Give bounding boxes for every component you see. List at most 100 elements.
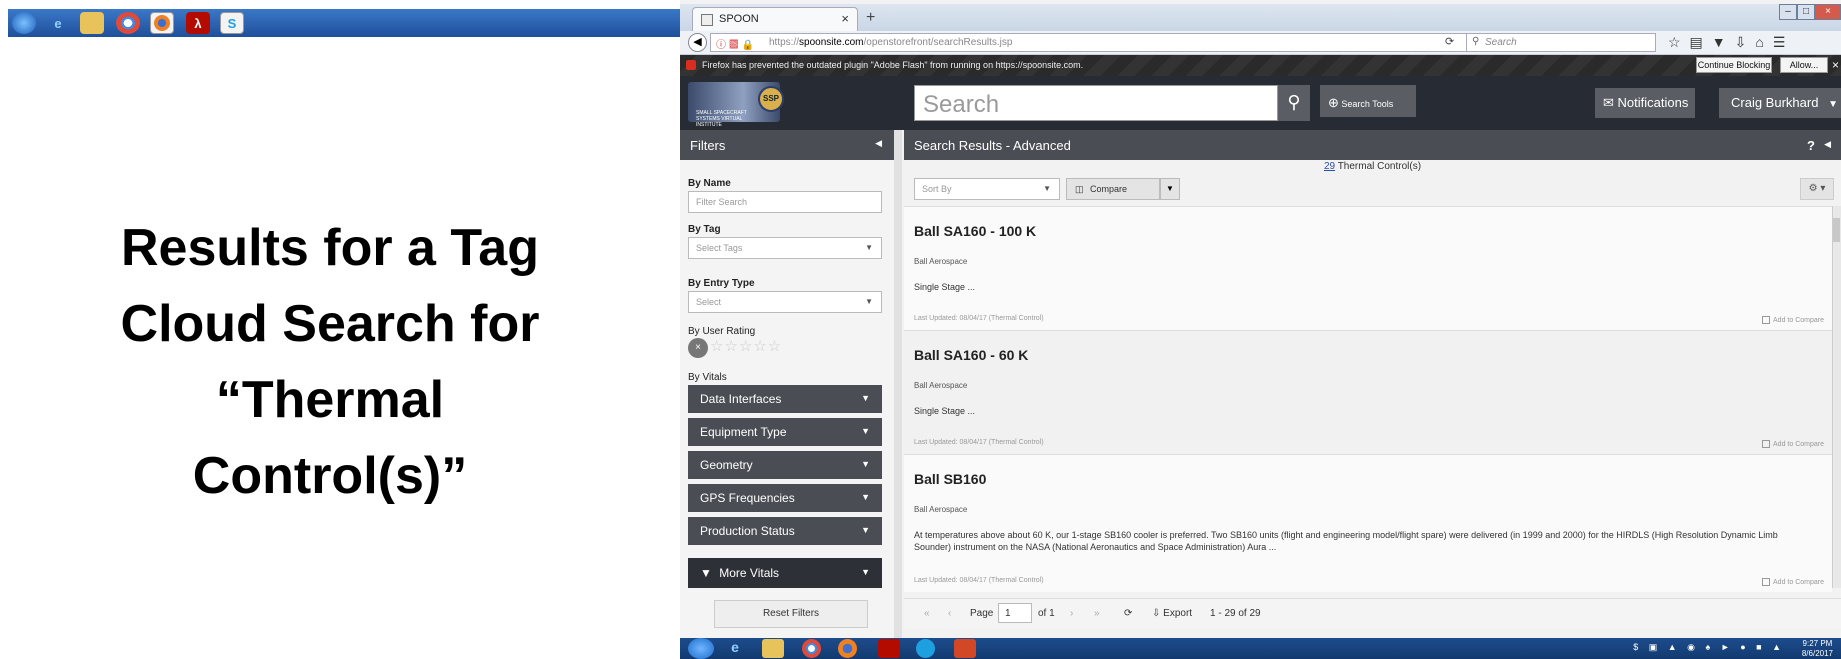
collapse-right-icon[interactable]: ◀ (1824, 139, 1831, 150)
adobe-acrobat-icon: λ (186, 12, 210, 34)
help-icon[interactable]: ? (1807, 138, 1815, 153)
tag-select[interactable]: Select Tags ▼ (688, 237, 882, 259)
result-title-link[interactable]: Ball SA160 - 100 K (914, 223, 1036, 239)
reload-icon[interactable]: ⟳ (1445, 35, 1454, 48)
scrollbar-thumb[interactable] (1833, 218, 1840, 242)
by-user-rating-label: By User Rating (688, 326, 756, 337)
results-count: 29 Thermal Control(s) (904, 161, 1841, 172)
checkbox-icon (1762, 440, 1771, 448)
notifications-button[interactable]: ✉ Notifications (1595, 88, 1695, 118)
last-page-icon[interactable]: » (1094, 608, 1100, 619)
add-to-compare-checkbox[interactable]: Add to Compare (1762, 316, 1824, 324)
filter-name-input[interactable]: Filter Search (688, 191, 882, 213)
vital-production-status[interactable]: Production Status ▼ (688, 517, 882, 545)
browser-toolbar-icons[interactable]: ☆▤▼⇩⌂☰ (1668, 34, 1794, 51)
add-to-compare-checkbox[interactable]: Add to Compare (1762, 578, 1824, 586)
rating-stars[interactable]: ☆☆☆☆☆ (710, 337, 782, 355)
maximize-icon[interactable]: □ (1797, 4, 1815, 20)
logo-caption: SMALL SPACECRAFT SYSTEMS VIRTUAL INSTITU… (696, 110, 747, 128)
compare-dropdown-icon[interactable]: ▼ (1160, 178, 1180, 200)
checkbox-icon (1762, 578, 1771, 586)
panel-splitter[interactable] (894, 130, 902, 638)
browser-tab[interactable]: SPOON × (692, 7, 858, 31)
continue-blocking-button[interactable]: Continue Blocking (1696, 57, 1772, 73)
user-menu-button[interactable]: Craig Burkhard ▼ (1719, 88, 1841, 118)
vital-label: GPS Frequencies (700, 491, 795, 505)
notifications-label: Notifications (1617, 95, 1689, 110)
compare-label: Compare (1090, 184, 1128, 194)
main-search-input[interactable]: Search (914, 85, 1278, 121)
close-window-icon[interactable]: × (1815, 4, 1841, 20)
more-vitals-button[interactable]: ▼ More Vitals ▼ (688, 558, 882, 588)
refresh-icon[interactable]: ⟳ (1124, 608, 1132, 619)
new-tab-icon[interactable]: + (866, 9, 875, 27)
compare-button[interactable]: ◫ Compare (1066, 178, 1160, 200)
collapse-left-icon[interactable]: ◀ (875, 138, 882, 149)
chevron-down-icon: ▼ (861, 567, 870, 577)
by-vitals-label: By Vitals (688, 372, 727, 383)
plugin-blocked-icon (686, 60, 696, 70)
clear-rating-icon[interactable]: × (688, 338, 708, 358)
windows-start-icon (12, 12, 36, 34)
minimize-icon[interactable]: – (1779, 4, 1797, 20)
url-prefix: https:// (769, 37, 800, 48)
export-button[interactable]: ⇩ Export (1152, 608, 1192, 619)
url-domain: spoonsite.com (799, 37, 864, 48)
slide-title-line: Results for a Tag (120, 219, 539, 277)
results-count-link[interactable]: 29 (1324, 161, 1335, 172)
taskbar-clock[interactable]: 9:27 PM 8/6/2017 (1802, 639, 1833, 659)
app-header: SMALL SPACECRAFT SYSTEMS VIRTUAL INSTITU… (680, 76, 1841, 130)
filter-name-placeholder: Filter Search (696, 197, 748, 207)
gear-icon[interactable]: ⚙ ▾ (1800, 178, 1834, 200)
result-last-updated: Last Updated: 08/04/17 (Thermal Control) (914, 577, 1044, 584)
first-page-icon[interactable]: « (924, 608, 930, 619)
entry-type-select[interactable]: Select ▼ (688, 291, 882, 313)
vital-label: Production Status (700, 524, 795, 538)
result-organization: Ball Aerospace (914, 381, 968, 390)
add-to-compare-label: Add to Compare (1773, 578, 1824, 586)
page-number-input[interactable]: 1 (998, 603, 1032, 623)
chevron-down-icon: ▼ (1043, 184, 1051, 193)
url-path: /openstorefront/searchResults.jsp (863, 37, 1013, 48)
filters-title: Filters (690, 138, 726, 153)
powerpoint-icon[interactable] (954, 639, 976, 658)
tag-select-placeholder: Select Tags (696, 243, 743, 253)
back-arrow-icon[interactable]: ◀ (688, 33, 707, 52)
address-bar[interactable]: https://spoonsite.com/openstorefront/sea… (710, 33, 1470, 52)
previous-page-icon[interactable]: ‹ (948, 608, 951, 619)
close-tab-icon[interactable]: × (841, 11, 849, 26)
vital-equipment-type[interactable]: Equipment Type ▼ (688, 418, 882, 446)
columns-icon: ◫ (1075, 184, 1084, 194)
chrome-icon[interactable] (802, 639, 821, 658)
site-security-icon[interactable]: ⓘ ▩ 🔒 (716, 36, 754, 51)
vital-gps-frequencies[interactable]: GPS Frequencies ▼ (688, 484, 882, 512)
system-tray-icons[interactable]: $ ▣ ▲ ◉ ♠ ► ● ■ ▲ (1633, 642, 1785, 653)
results-scrollbar[interactable] (1832, 206, 1841, 588)
vital-data-interfaces[interactable]: Data Interfaces ▼ (688, 385, 882, 413)
page-of-label: of 1 (1038, 608, 1055, 619)
result-description: Single Stage ... (914, 282, 976, 292)
internet-explorer-icon[interactable]: e (724, 639, 746, 658)
allow-plugin-button[interactable]: Allow... (1780, 57, 1828, 73)
result-title-link[interactable]: Ball SA160 - 60 K (914, 347, 1028, 363)
vital-geometry[interactable]: Geometry ▼ (688, 451, 882, 479)
adobe-acrobat-icon[interactable] (878, 639, 900, 658)
search-icon: ⚲ (1472, 36, 1480, 47)
next-page-icon[interactable]: › (1070, 608, 1073, 619)
file-explorer-icon[interactable] (762, 639, 784, 658)
close-icon[interactable]: × (1832, 58, 1839, 72)
search-tools-button[interactable]: ⊕ Search Tools (1320, 85, 1416, 117)
results-count-label: Thermal Control(s) (1337, 161, 1422, 172)
firefox-icon[interactable] (838, 639, 857, 658)
search-icon[interactable]: ⚲ (1278, 85, 1310, 121)
browser-search-input[interactable]: Search (1466, 33, 1656, 52)
result-title-link[interactable]: Ball SB160 (914, 471, 986, 487)
sort-by-select[interactable]: Sort By ▼ (914, 178, 1060, 200)
add-to-compare-checkbox[interactable]: Add to Compare (1762, 440, 1824, 448)
search-tools-label: Search Tools (1341, 99, 1394, 109)
skype-icon[interactable] (916, 639, 935, 658)
page-favicon-icon (701, 14, 713, 26)
windows-start-icon[interactable] (688, 638, 714, 659)
export-label: Export (1163, 608, 1193, 619)
reset-filters-button[interactable]: Reset Filters (714, 600, 868, 628)
